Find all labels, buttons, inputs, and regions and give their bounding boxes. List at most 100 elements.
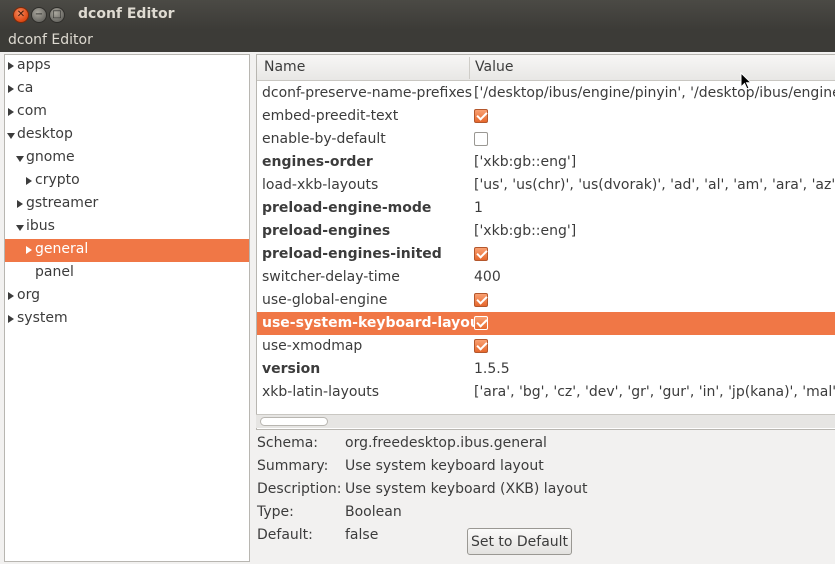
tree-item-gstreamer[interactable]: gstreamer bbox=[5, 193, 249, 216]
close-icon[interactable]: ✕ bbox=[13, 7, 29, 23]
key-value-checkbox[interactable] bbox=[474, 132, 488, 146]
maximize-icon[interactable]: □ bbox=[49, 7, 65, 23]
key-row-engines-order[interactable]: engines-order ['xkb:gb::eng'] bbox=[257, 151, 835, 174]
tree-item-label: org bbox=[17, 287, 40, 303]
key-name: preload-engines bbox=[262, 223, 391, 239]
horizontal-scrollbar[interactable] bbox=[256, 414, 835, 428]
description-value: Use system keyboard (XKB) layout bbox=[345, 481, 588, 497]
tree-item-label: system bbox=[17, 310, 68, 326]
key-name: switcher-delay-time bbox=[262, 269, 400, 285]
app-menu-label[interactable]: dconf Editor bbox=[8, 32, 93, 48]
column-separator[interactable] bbox=[469, 57, 470, 79]
title-bar: ✕ − □ dconf Editor bbox=[0, 0, 835, 30]
type-value: Boolean bbox=[345, 504, 402, 520]
tree-item-crypto[interactable]: crypto bbox=[5, 170, 249, 193]
key-value[interactable]: 1.5.5 bbox=[474, 361, 510, 377]
column-header-value[interactable]: Value bbox=[475, 59, 513, 75]
key-name: version bbox=[262, 361, 321, 377]
key-name: use-system-keyboard-layout bbox=[262, 315, 487, 331]
tree-item-ibus[interactable]: ibus bbox=[5, 216, 249, 239]
tree-item-label: gstreamer bbox=[26, 195, 99, 211]
tree-item-org[interactable]: org bbox=[5, 285, 249, 308]
tree-item-apps[interactable]: apps bbox=[5, 55, 249, 78]
key-value[interactable]: 400 bbox=[474, 269, 501, 285]
key-row-preload-engine-mode[interactable]: preload-engine-mode 1 bbox=[257, 197, 835, 220]
tree-item-system[interactable]: system bbox=[5, 308, 249, 331]
key-name: engines-order bbox=[262, 154, 373, 170]
tree-item-desktop[interactable]: desktop bbox=[5, 124, 249, 147]
tree-item-label: apps bbox=[17, 57, 51, 73]
tree-item-label: com bbox=[17, 103, 47, 119]
key-row-use-xmodmap[interactable]: use-xmodmap bbox=[257, 335, 835, 358]
default-label: Default: bbox=[257, 527, 313, 543]
expander-open-icon[interactable] bbox=[7, 133, 15, 139]
tree-item-label: general bbox=[35, 241, 89, 257]
expander-closed-icon[interactable] bbox=[17, 200, 23, 208]
key-value[interactable]: ['/desktop/ibus/engine/pinyin', '/deskto… bbox=[474, 85, 835, 101]
column-header-name[interactable]: Name bbox=[264, 59, 305, 75]
tree-item-label: gnome bbox=[26, 149, 75, 165]
key-name: use-xmodmap bbox=[262, 338, 363, 354]
expander-open-icon[interactable] bbox=[16, 156, 24, 162]
expander-closed-icon[interactable] bbox=[8, 62, 14, 70]
tree-item-label: crypto bbox=[35, 172, 80, 188]
key-list[interactable]: Name Value dconf-preserve-name-prefixes[… bbox=[256, 54, 835, 430]
expander-closed-icon[interactable] bbox=[8, 315, 14, 323]
key-row-embed-preedit-text[interactable]: embed-preedit-text bbox=[257, 105, 835, 128]
key-name: preload-engines-inited bbox=[262, 246, 442, 262]
key-details: Schema: org.freedesktop.ibus.general Sum… bbox=[256, 430, 835, 564]
key-value-checkbox[interactable] bbox=[474, 109, 488, 123]
key-row-use-global-engine[interactable]: use-global-engine bbox=[257, 289, 835, 312]
tree-item-panel[interactable]: panel bbox=[5, 262, 249, 285]
expander-closed-icon[interactable] bbox=[26, 246, 32, 254]
expander-open-icon[interactable] bbox=[16, 225, 24, 231]
key-row-version[interactable]: version 1.5.5 bbox=[257, 358, 835, 381]
key-value-checkbox[interactable] bbox=[474, 247, 488, 261]
tree-item-com[interactable]: com bbox=[5, 101, 249, 124]
key-value[interactable]: ['xkb:gb::eng'] bbox=[474, 154, 576, 170]
key-value[interactable]: ['ara', 'bg', 'cz', 'dev', 'gr', 'gur', … bbox=[474, 384, 835, 400]
schema-tree[interactable]: apps ca com desktop gnome crypto gstreamer ibus… bbox=[4, 54, 250, 562]
key-row-use-system-keyboard-layout[interactable]: use-system-keyboard-layout bbox=[257, 312, 835, 335]
tree-item-ca[interactable]: ca bbox=[5, 78, 249, 101]
key-name: enable-by-default bbox=[262, 131, 386, 147]
tree-item-label: ibus bbox=[26, 218, 55, 234]
minimize-icon[interactable]: − bbox=[31, 7, 47, 23]
key-row-switcher-delay-time[interactable]: switcher-delay-time 400 bbox=[257, 266, 835, 289]
key-value-checkbox[interactable] bbox=[474, 293, 488, 307]
key-row-xkb-latin-layouts[interactable]: xkb-latin-layouts ['ara', 'bg', 'cz', 'de… bbox=[257, 381, 835, 404]
tree-item-label: desktop bbox=[17, 126, 73, 142]
scrollbar-thumb[interactable] bbox=[260, 417, 328, 426]
key-row-enable-by-default[interactable]: enable-by-default bbox=[257, 128, 835, 151]
expander-closed-icon[interactable] bbox=[8, 85, 14, 93]
key-name: xkb-latin-layouts bbox=[262, 384, 380, 400]
key-name: load-xkb-layouts bbox=[262, 177, 379, 193]
key-row-preload-engines[interactable]: preload-engines ['xkb:gb::eng'] bbox=[257, 220, 835, 243]
key-row-load-xkb-layouts[interactable]: load-xkb-layouts ['us', 'us(chr)', 'us(dv… bbox=[257, 174, 835, 197]
key-name: preload-engine-mode bbox=[262, 200, 432, 216]
key-row-preload-engines-inited[interactable]: preload-engines-inited bbox=[257, 243, 835, 266]
tree-item-label: panel bbox=[35, 264, 74, 280]
expander-closed-icon[interactable] bbox=[26, 177, 32, 185]
tree-item-gnome[interactable]: gnome bbox=[5, 147, 249, 170]
description-label: Description: bbox=[257, 481, 342, 497]
key-value[interactable]: ['us', 'us(chr)', 'us(dvorak)', 'ad', 'a… bbox=[474, 177, 835, 193]
summary-value: Use system keyboard layout bbox=[345, 458, 544, 474]
expander-closed-icon[interactable] bbox=[8, 108, 14, 116]
set-to-default-button[interactable]: Set to Default bbox=[467, 528, 572, 555]
key-name: dconf-preserve-name-prefixes bbox=[262, 85, 473, 101]
expander-closed-icon[interactable] bbox=[8, 292, 14, 300]
type-label: Type: bbox=[257, 504, 294, 520]
key-name: use-global-engine bbox=[262, 292, 388, 308]
key-name: embed-preedit-text bbox=[262, 108, 399, 124]
default-value: false bbox=[345, 527, 379, 543]
tree-item-general[interactable]: general bbox=[5, 239, 249, 262]
app-menu-bar: dconf Editor bbox=[0, 30, 835, 52]
mouse-pointer-icon bbox=[740, 72, 752, 90]
tree-item-label: ca bbox=[17, 80, 34, 96]
summary-label: Summary: bbox=[257, 458, 329, 474]
key-value-checkbox[interactable] bbox=[474, 339, 488, 353]
key-value[interactable]: ['xkb:gb::eng'] bbox=[474, 223, 576, 239]
key-value-checkbox[interactable] bbox=[474, 316, 488, 330]
key-value[interactable]: 1 bbox=[474, 200, 483, 216]
